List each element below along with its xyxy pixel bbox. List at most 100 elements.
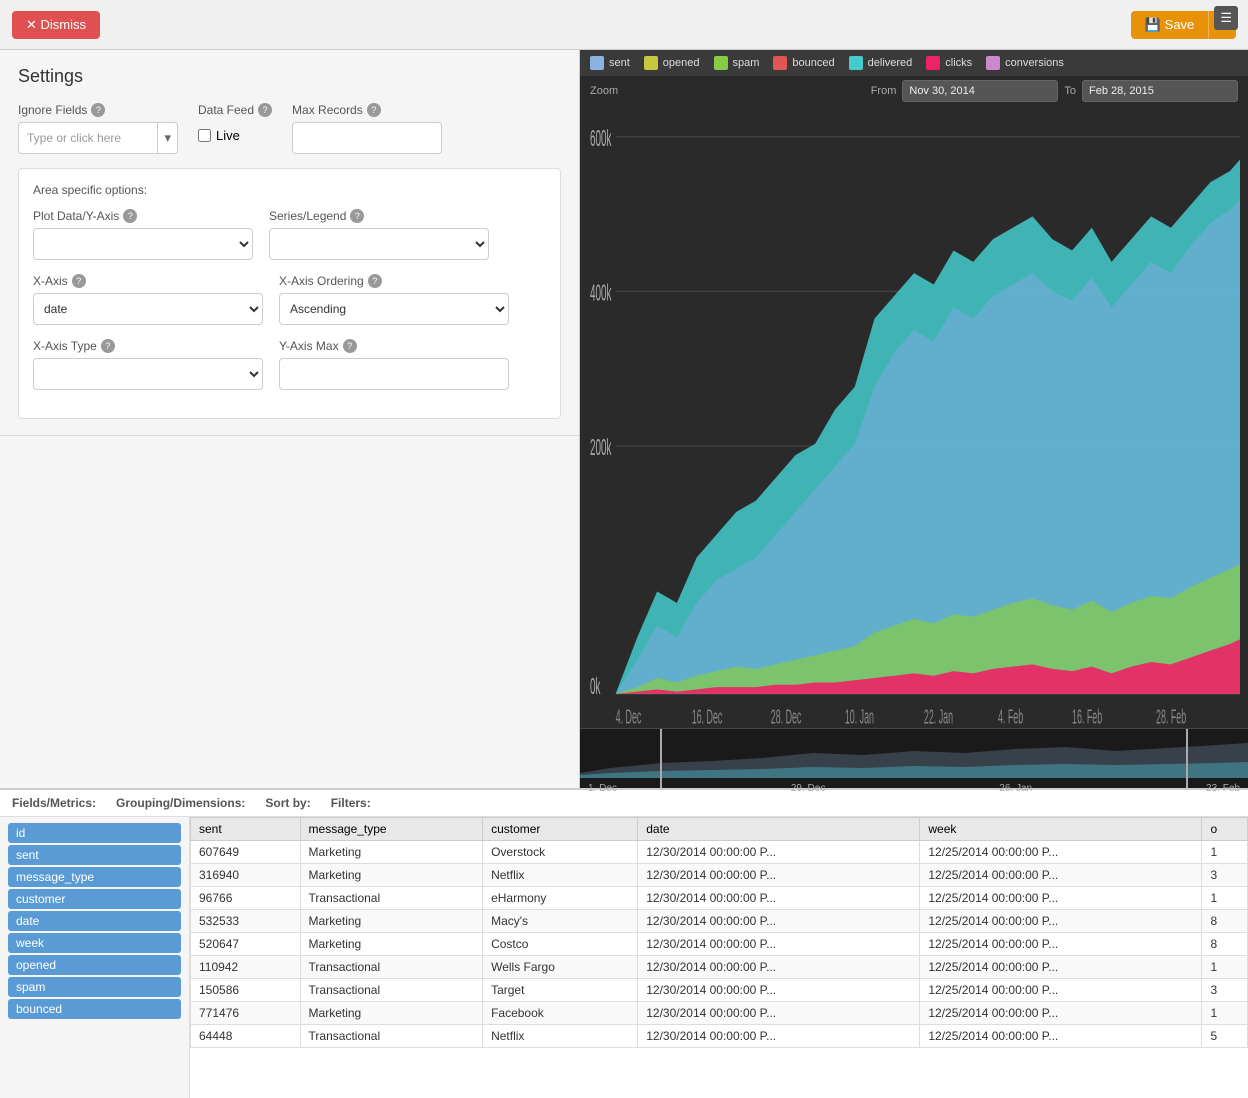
max-records-help-icon[interactable]: ? (367, 103, 381, 117)
legend-conversions: conversions (986, 56, 1064, 70)
legend-spam: spam (714, 56, 760, 70)
field-tag-message_type[interactable]: message_type (8, 867, 181, 887)
table-row[interactable]: 150586TransactionalTarget12/30/2014 00:0… (191, 979, 1248, 1002)
cell-8-5: 5 (1202, 1025, 1248, 1048)
cell-0-2: Overstock (483, 841, 638, 864)
dismiss-button[interactable]: ✕ Dismiss (12, 11, 100, 39)
cell-5-1: Transactional (300, 956, 483, 979)
svg-text:28. Dec: 28. Dec (771, 707, 802, 728)
field-tag-bounced[interactable]: bounced (8, 999, 181, 1019)
x-axis-ordering-label: X-Axis Ordering ? (279, 274, 509, 288)
legend-bounced-label: bounced (792, 57, 834, 69)
x-axis-help-icon[interactable]: ? (72, 274, 86, 288)
main-layout: Settings Ignore Fields ? Type or click h… (0, 50, 1248, 788)
data-table[interactable]: sentmessage_typecustomerdateweeko 607649… (190, 817, 1248, 1098)
cell-0-5: 1 (1202, 841, 1248, 864)
field-tag-opened[interactable]: opened (8, 955, 181, 975)
cell-2-3: 12/30/2014 00:00:00 P... (638, 887, 920, 910)
to-date-input[interactable] (1082, 80, 1238, 102)
cell-8-3: 12/30/2014 00:00:00 P... (638, 1025, 920, 1048)
cell-5-5: 1 (1202, 956, 1248, 979)
data-feed-help-icon[interactable]: ? (258, 103, 272, 117)
ignore-fields-label: Ignore Fields ? (18, 103, 178, 117)
max-records-input[interactable]: 10000 (292, 122, 442, 154)
x-axis-type-select[interactable] (33, 358, 263, 390)
series-legend-select[interactable] (269, 228, 489, 260)
ignore-fields-help-icon[interactable]: ? (91, 103, 105, 117)
field-tag-id[interactable]: id (8, 823, 181, 843)
cell-7-4: 12/25/2014 00:00:00 P... (920, 1002, 1202, 1025)
table-header: sentmessage_typecustomerdateweeko (191, 818, 1248, 841)
table-row[interactable]: 316940MarketingNetflix12/30/2014 00:00:0… (191, 864, 1248, 887)
ignore-fields-dropdown-icon[interactable]: ▾ (157, 123, 177, 153)
chart-minimap[interactable]: 1. Dec 29. Dec 26. Jan 23. Feb (580, 728, 1248, 788)
legend-clicks-dot (926, 56, 940, 70)
field-tag-week[interactable]: week (8, 933, 181, 953)
live-checkbox-group: Live (198, 122, 272, 143)
cell-8-0: 64448 (191, 1025, 301, 1048)
cell-6-2: Target (483, 979, 638, 1002)
table-row[interactable]: 520647MarketingCostco12/30/2014 00:00:00… (191, 933, 1248, 956)
minimap-label-1: 1. Dec (588, 783, 617, 794)
legend-delivered: delivered (849, 56, 913, 70)
x-axis-ordering-select[interactable]: Ascending (279, 293, 509, 325)
plot-data-select[interactable] (33, 228, 253, 260)
fields-sidebar: idsentmessage_typecustomerdateweekopened… (0, 817, 190, 1098)
field-tag-sent[interactable]: sent (8, 845, 181, 865)
cell-7-1: Marketing (300, 1002, 483, 1025)
minimap-right-handle[interactable] (1186, 729, 1188, 788)
cell-0-1: Marketing (300, 841, 483, 864)
x-axis-select[interactable]: date (33, 293, 263, 325)
cell-3-4: 12/25/2014 00:00:00 P... (920, 910, 1202, 933)
table-row[interactable]: 532533MarketingMacy's12/30/2014 00:00:00… (191, 910, 1248, 933)
x-axis-ordering-help-icon[interactable]: ? (368, 274, 382, 288)
save-button[interactable]: 💾 Save (1131, 11, 1208, 39)
legend-delivered-label: delivered (868, 57, 913, 69)
y-axis-max-help-icon[interactable]: ? (343, 339, 357, 353)
legend-opened-label: opened (663, 57, 700, 69)
from-date-input[interactable] (902, 80, 1058, 102)
ignore-fields-group: Ignore Fields ? Type or click here ▾ (18, 103, 178, 154)
cell-2-1: Transactional (300, 887, 483, 910)
table-row[interactable]: 96766TransactionaleHarmony12/30/2014 00:… (191, 887, 1248, 910)
plot-data-help-icon[interactable]: ? (123, 209, 137, 223)
table-row[interactable]: 64448TransactionalNetflix12/30/2014 00:0… (191, 1025, 1248, 1048)
legend-clicks: clicks (926, 56, 972, 70)
legend-spam-label: spam (733, 57, 760, 69)
svg-text:0k: 0k (590, 673, 601, 699)
minimap-labels: 1. Dec 29. Dec 26. Jan 23. Feb (580, 781, 1248, 796)
max-records-label: Max Records ? (292, 103, 442, 117)
field-tag-spam[interactable]: spam (8, 977, 181, 997)
x-axis-ordering-group: X-Axis Ordering ? Ascending (279, 274, 509, 325)
area-options-title: Area specific options: (33, 183, 546, 197)
table-row[interactable]: 607649MarketingOverstock12/30/2014 00:00… (191, 841, 1248, 864)
ignore-fields-input[interactable]: Type or click here ▾ (18, 122, 178, 154)
series-legend-help-icon[interactable]: ? (350, 209, 364, 223)
minimap-left-handle[interactable] (660, 729, 662, 788)
cell-0-4: 12/25/2014 00:00:00 P... (920, 841, 1202, 864)
table-row[interactable]: 110942TransactionalWells Fargo12/30/2014… (191, 956, 1248, 979)
y-axis-max-label: Y-Axis Max ? (279, 339, 509, 353)
left-panel: Settings Ignore Fields ? Type or click h… (0, 50, 580, 788)
cell-3-3: 12/30/2014 00:00:00 P... (638, 910, 920, 933)
y-axis-max-input[interactable] (279, 358, 509, 390)
field-tag-date[interactable]: date (8, 911, 181, 931)
minimap-label-4: 23. Feb (1206, 783, 1240, 794)
cell-3-5: 8 (1202, 910, 1248, 933)
cell-4-1: Marketing (300, 933, 483, 956)
x-axis-type-help-icon[interactable]: ? (101, 339, 115, 353)
live-checkbox[interactable] (198, 129, 211, 142)
legend-sent: sent (590, 56, 630, 70)
chart-menu-button[interactable]: ☰ (1214, 6, 1238, 30)
cell-0-0: 607649 (191, 841, 301, 864)
svg-text:16. Dec: 16. Dec (692, 707, 723, 728)
field-tag-customer[interactable]: customer (8, 889, 181, 909)
cell-7-2: Facebook (483, 1002, 638, 1025)
options-row-2: X-Axis ? date X-Axis Ordering ? (33, 274, 546, 325)
data-feed-group: Data Feed ? Live (198, 103, 272, 143)
plot-data-group: Plot Data/Y-Axis ? (33, 209, 253, 260)
cell-6-4: 12/25/2014 00:00:00 P... (920, 979, 1202, 1002)
col-header-date: date (638, 818, 920, 841)
table-row[interactable]: 771476MarketingFacebook12/30/2014 00:00:… (191, 1002, 1248, 1025)
x-axis-type-label: X-Axis Type ? (33, 339, 263, 353)
